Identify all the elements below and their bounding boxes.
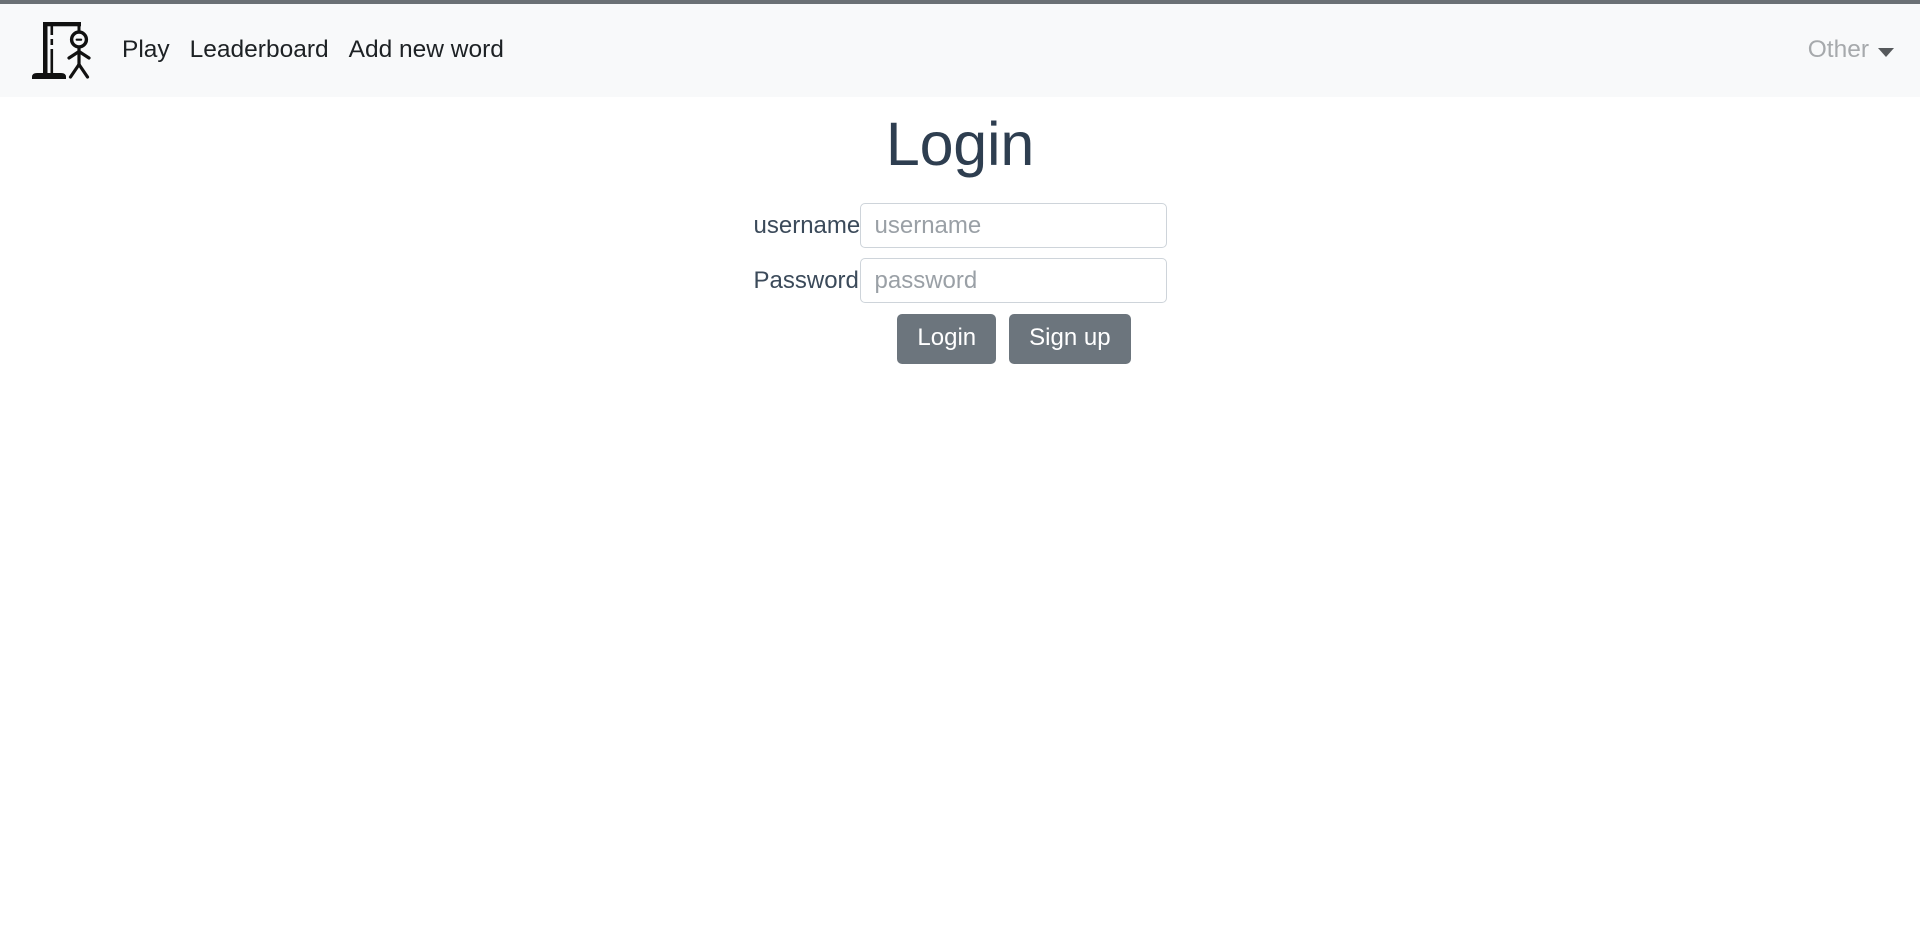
nav-item: Play bbox=[122, 28, 190, 73]
nav-link-play[interactable]: Play bbox=[122, 28, 190, 73]
hangman-gallows-icon bbox=[24, 18, 94, 84]
main-content: Login username Password Login Sign up bbox=[0, 97, 1920, 365]
brand-logo-link[interactable] bbox=[22, 14, 96, 88]
password-field[interactable] bbox=[859, 258, 1167, 304]
primary-navigation: Play Leaderboard Add new word bbox=[122, 28, 524, 73]
username-field[interactable] bbox=[859, 203, 1167, 249]
form-actions: Login Sign up bbox=[108, 314, 1920, 365]
form-row-username: username bbox=[0, 203, 1920, 249]
other-dropdown-label: Other bbox=[1807, 36, 1869, 64]
navbar-right-section: Other bbox=[1796, 28, 1894, 73]
login-form: username Password Login Sign up bbox=[0, 203, 1920, 365]
other-dropdown-toggle[interactable]: Other bbox=[1796, 28, 1894, 73]
top-navbar: Play Leaderboard Add new word Other bbox=[0, 4, 1920, 97]
nav-item: Add new word bbox=[349, 28, 524, 73]
form-row-password: Password bbox=[0, 258, 1920, 304]
login-button[interactable]: Login bbox=[897, 314, 997, 365]
password-label: Password bbox=[753, 266, 859, 294]
signup-button[interactable]: Sign up bbox=[1009, 314, 1131, 365]
nav-link-leaderboard[interactable]: Leaderboard bbox=[190, 28, 349, 73]
username-label: username bbox=[753, 211, 861, 239]
nav-link-add-new-word[interactable]: Add new word bbox=[349, 28, 524, 73]
chevron-down-icon bbox=[1878, 48, 1894, 57]
page-title: Login bbox=[885, 110, 1035, 178]
nav-item: Leaderboard bbox=[190, 28, 349, 73]
